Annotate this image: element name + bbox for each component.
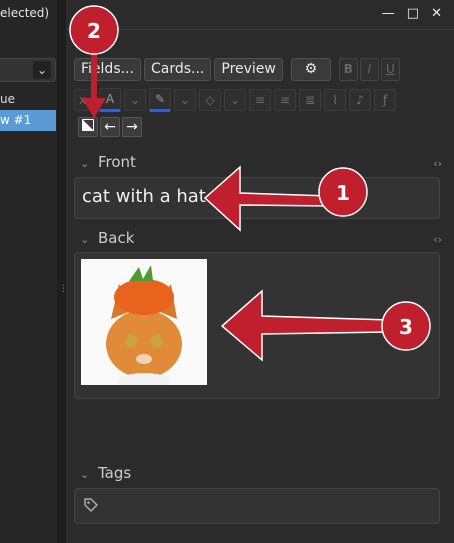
front-field-text[interactable]: cat with a hat [75,178,439,215]
formula-icon[interactable]: ƒ [374,89,396,111]
fields-button[interactable]: Fields... [74,58,141,81]
numbered-list-icon[interactable]: ≡ [274,89,296,111]
editor-toolbar-mid: x₂ A ⌄ ✎ ⌄ ◇ ⌄ ≡ ≡ ≣ ⌇ ♪ ƒ [74,88,396,112]
italic-button[interactable]: I [359,58,379,81]
list-item[interactable]: ue [0,89,56,110]
preview-button[interactable]: Preview [214,58,283,81]
editor-toolbar-top: Fields... Cards... Preview ⚙ B I U [74,58,400,81]
field-label-back[interactable]: ⌄ Back [80,229,134,247]
field-label-front[interactable]: ⌄ Front [80,153,136,171]
editor-toolbar-bottom: ← → [78,117,142,137]
arrow-right-icon[interactable]: → [122,117,142,137]
html-toggle-icon[interactable]: ‹› [433,157,442,170]
divider-line [66,29,454,30]
list-item-selected[interactable]: w #1 [0,110,56,131]
gear-icon[interactable]: ⚙ [290,58,331,81]
tags-field[interactable] [74,488,440,524]
splitter[interactable]: ⋮ [57,0,68,543]
chevron-down-icon[interactable]: ⌄ [33,61,51,79]
subscript-icon[interactable]: x₂ [74,89,96,111]
tag-icon [83,497,99,517]
maximize-button[interactable]: □ [407,6,419,21]
format-group: B I U [338,58,400,81]
align-icon[interactable]: ≣ [299,89,321,111]
underline-button[interactable]: U [380,58,400,81]
chevron-down-icon[interactable]: ⌄ [80,157,98,170]
bullet-list-icon[interactable]: ≡ [249,89,271,111]
cat-image[interactable] [81,259,207,385]
cards-button[interactable]: Cards... [143,58,212,81]
left-pane: elected) ⌄ ue w #1 [0,0,57,543]
chevron-down-icon[interactable]: ⌄ [80,233,98,246]
editor-pane: — □ ✕ Fields... Cards... Preview ⚙ B I U… [66,0,454,543]
arrow-left-icon[interactable]: ← [100,117,120,137]
deck-combo[interactable]: ⌄ [0,58,56,82]
chevron-down-icon[interactable]: ⌄ [80,468,98,481]
front-field[interactable]: cat with a hat [74,177,440,219]
window-title-fragment: elected) [0,6,50,20]
note-list: ue w #1 [0,89,56,131]
attachment-icon[interactable]: ⌇ [324,89,346,111]
back-field[interactable] [74,252,440,399]
highlight-icon[interactable]: ✎ [149,88,171,112]
chevron-down-icon[interactable]: ⌄ [224,89,246,111]
tags-label[interactable]: ⌄ Tags [80,464,131,482]
microphone-icon[interactable]: ♪ [349,89,371,111]
close-button[interactable]: ✕ [431,6,442,21]
chevron-down-icon[interactable]: ⌄ [174,89,196,111]
window-controls: — □ ✕ [382,6,442,21]
chevron-down-icon[interactable]: ⌄ [124,89,146,111]
text-color-icon[interactable]: A [99,88,121,112]
eraser-icon[interactable]: ◇ [199,89,221,111]
html-toggle-icon[interactable]: ‹› [433,233,442,246]
image-occlusion-icon[interactable] [78,117,98,137]
minimize-button[interactable]: — [382,6,395,21]
bold-button[interactable]: B [338,58,358,81]
